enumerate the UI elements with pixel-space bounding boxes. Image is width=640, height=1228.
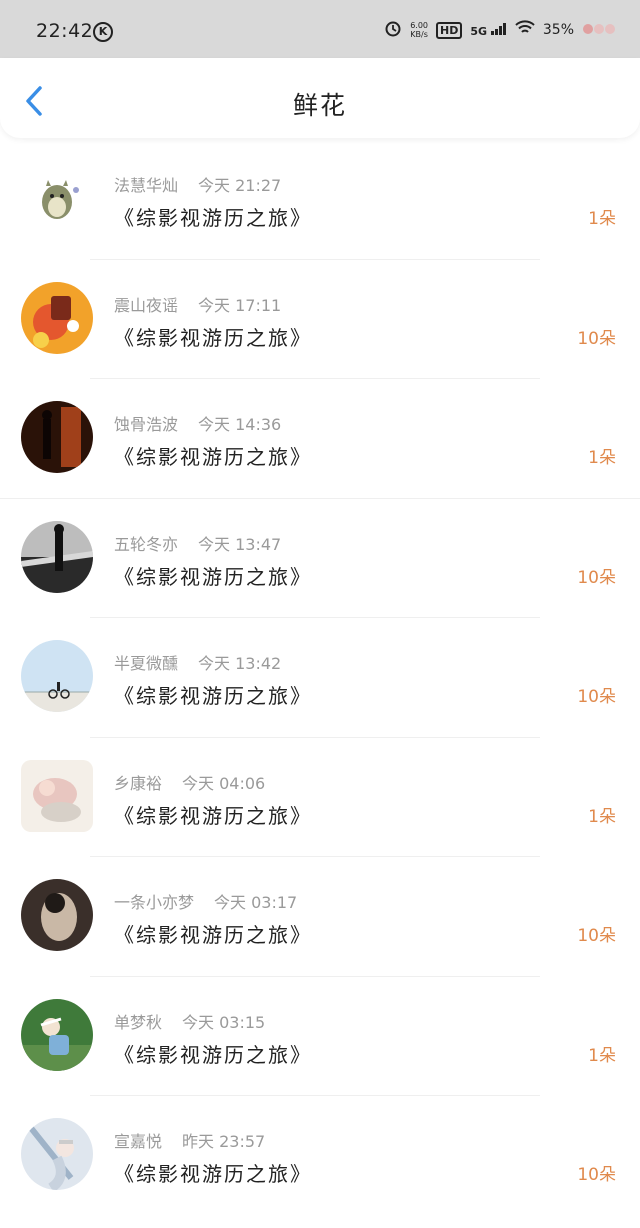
flower-list: 法慧华灿 今天 21:27 《综影视游历之旅》 1朵 震山夜谣 今天 17:11 《… <box>0 140 640 1216</box>
avatar[interactable] <box>21 998 93 1071</box>
timestamp: 今天 14:36 <box>198 415 282 434</box>
avatar[interactable] <box>21 1118 93 1190</box>
username: 法慧华灿 <box>114 176 179 195</box>
battery-icon <box>582 21 618 40</box>
network-speed: 6.00 KB/s <box>410 21 428 39</box>
username: 宣嘉悦 <box>114 1132 163 1151</box>
list-item[interactable]: 蚀骨浩波 今天 14:36 《综影视游历之旅》 1朵 <box>0 379 640 499</box>
wifi-icon <box>515 20 535 40</box>
book-title: 《综影视游历之旅》 <box>114 206 312 230</box>
timestamp: 今天 03:17 <box>214 893 298 912</box>
username: 乡康裕 <box>114 773 163 793</box>
username: 蚀骨浩波 <box>114 415 179 434</box>
list-item[interactable]: 一条小亦梦 今天 03:17 《综影视游历之旅》 10朵 <box>0 857 640 977</box>
flower-count: 1朵 <box>588 209 616 229</box>
page-title: 鲜花 <box>292 91 347 120</box>
list-item[interactable]: 半夏微醺 今天 13:42 《综影视游历之旅》 10朵 <box>0 618 640 738</box>
flower-count: 1朵 <box>588 806 616 827</box>
flower-count: 10朵 <box>577 926 616 946</box>
nav-bar: 鲜花 <box>0 58 640 138</box>
flower-count: 10朵 <box>577 328 616 349</box>
book-title: 《综影视游历之旅》 <box>114 325 312 350</box>
avatar[interactable] <box>21 879 93 951</box>
timestamp: 今天 04:06 <box>182 773 266 793</box>
list-item[interactable]: 五轮冬亦 今天 13:47 《综影视游历之旅》 10朵 <box>0 499 640 618</box>
book-title: 《综影视游历之旅》 <box>114 1042 312 1067</box>
flower-count: 10朵 <box>577 567 616 588</box>
timestamp: 今天 17:11 <box>198 295 282 315</box>
avatar[interactable] <box>21 162 93 234</box>
book-title: 《综影视游历之旅》 <box>114 923 312 947</box>
list-item[interactable]: 震山夜谣 今天 17:11 《综影视游历之旅》 10朵 <box>0 260 640 379</box>
flower-count: 10朵 <box>577 687 616 707</box>
username: 震山夜谣 <box>114 295 179 315</box>
alarm-icon <box>384 19 402 41</box>
list-item[interactable]: 宣嘉悦 昨天 23:57 《综影视游历之旅》 10朵 <box>0 1096 640 1216</box>
list-item[interactable]: 乡康裕 今天 04:06 《综影视游历之旅》 1朵 <box>0 738 640 857</box>
flower-count: 10朵 <box>577 1165 616 1185</box>
status-time: 22:42 <box>36 20 94 42</box>
avatar[interactable] <box>21 401 93 473</box>
avatar[interactable] <box>21 640 93 712</box>
status-bar: 22:42 K 6.00 KB/s HD 5G 35% <box>0 0 640 58</box>
5g-signal-icon: 5G <box>470 22 507 38</box>
flower-count: 1朵 <box>588 448 616 468</box>
list-item[interactable]: 法慧华灿 今天 21:27 《综影视游历之旅》 1朵 <box>0 140 640 260</box>
timestamp: 今天 03:15 <box>182 1012 266 1032</box>
username: 单梦秋 <box>114 1012 163 1032</box>
avatar[interactable] <box>21 281 93 354</box>
timestamp: 今天 13:47 <box>198 534 282 554</box>
k-app-icon: K <box>93 22 113 42</box>
hd-badge: HD <box>436 21 463 39</box>
battery-level: 35% <box>542 22 574 38</box>
book-title: 《综影视游历之旅》 <box>114 1162 312 1186</box>
avatar[interactable] <box>21 759 93 832</box>
username: 半夏微醺 <box>114 654 179 673</box>
book-title: 《综影视游历之旅》 <box>114 684 312 708</box>
timestamp: 今天 21:27 <box>198 176 282 195</box>
book-title: 《综影视游历之旅》 <box>114 445 312 469</box>
flower-count: 1朵 <box>588 1045 616 1066</box>
timestamp: 今天 13:42 <box>198 654 282 673</box>
username: 一条小亦梦 <box>114 893 195 912</box>
timestamp: 昨天 23:57 <box>182 1132 266 1151</box>
book-title: 《综影视游历之旅》 <box>114 803 312 828</box>
list-item[interactable]: 单梦秋 今天 03:15 《综影视游历之旅》 1朵 <box>0 977 640 1096</box>
status-icons: 6.00 KB/s HD 5G 35% <box>384 18 618 42</box>
avatar[interactable] <box>21 520 93 593</box>
username: 五轮冬亦 <box>114 534 179 554</box>
book-title: 《综影视游历之旅》 <box>114 564 312 589</box>
